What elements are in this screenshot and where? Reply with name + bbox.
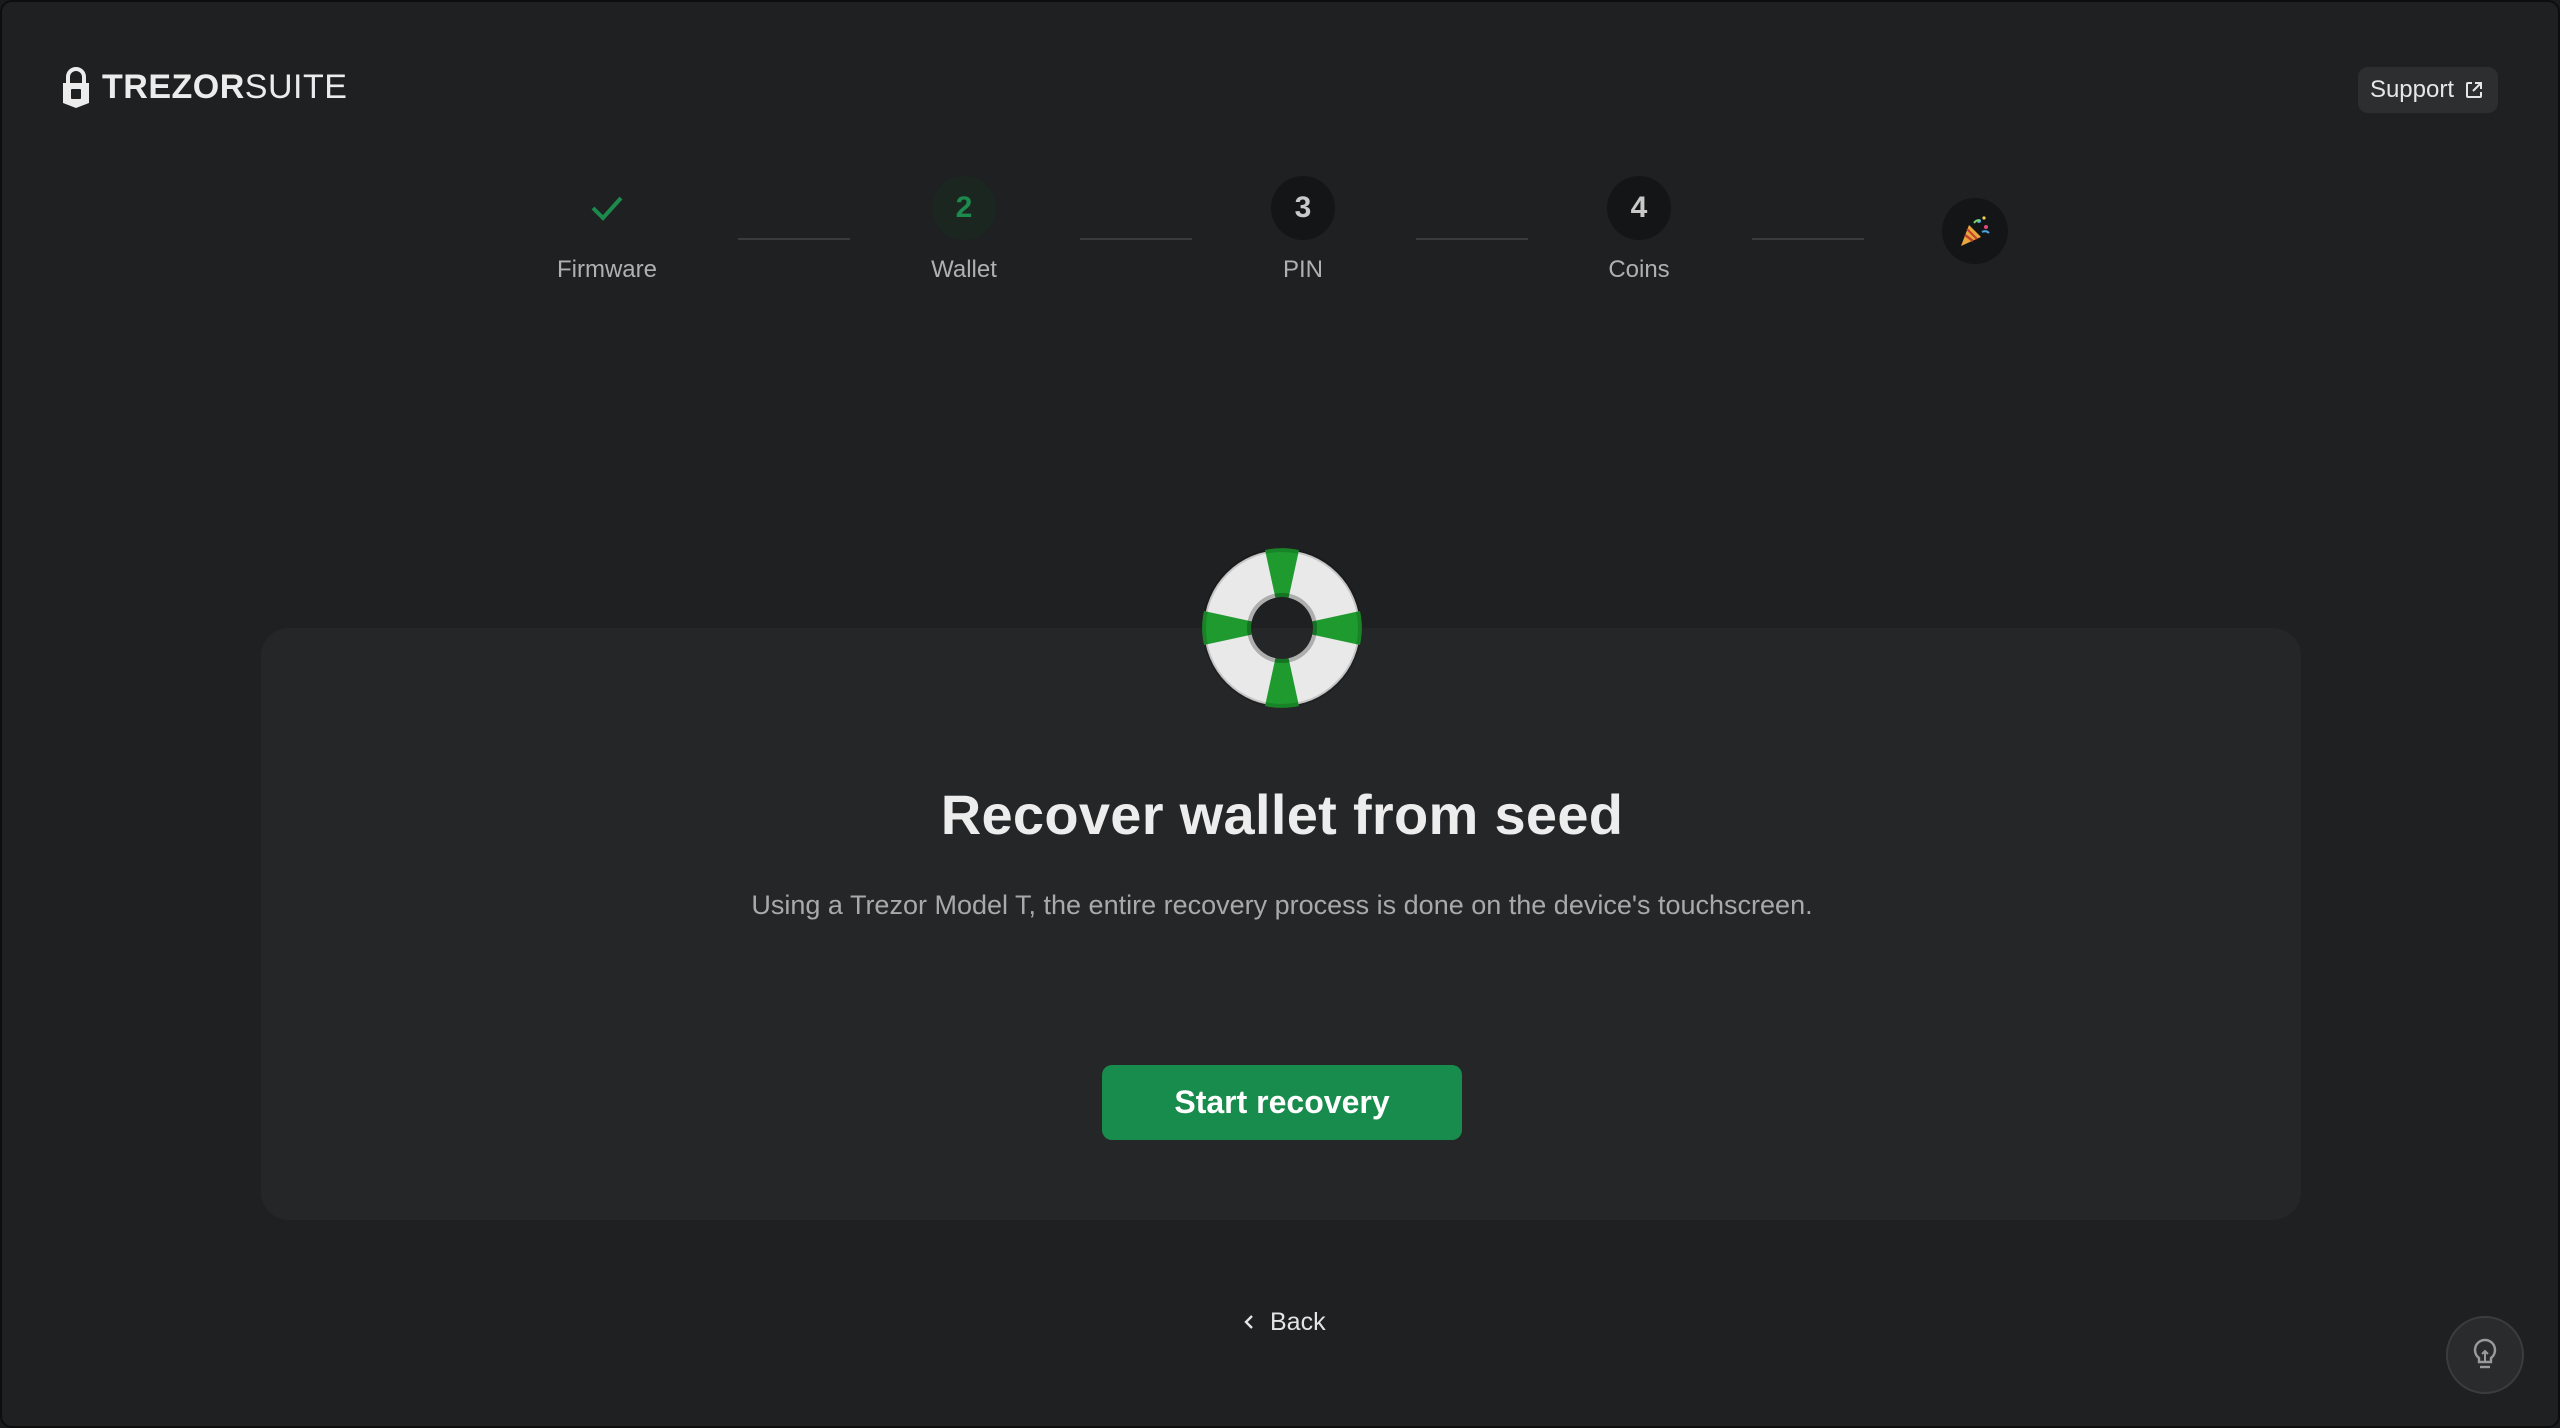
- step-connector: [738, 238, 850, 240]
- trezor-suite-logo: TREZOR SUITE: [60, 60, 347, 114]
- app-window: TREZOR SUITE Support Firmware 2 Wallet 3: [0, 0, 2560, 1428]
- brand-name-strong: TREZOR: [102, 67, 245, 106]
- external-link-icon: [2466, 82, 2482, 98]
- chevron-left-icon: [1244, 1315, 1253, 1329]
- step-connector: [1752, 238, 1864, 240]
- step-pin-number: 3: [1271, 176, 1335, 240]
- step-firmware-label: Firmware: [557, 256, 657, 283]
- step-coins-label: Coins: [1608, 256, 1670, 283]
- step-pin-label: PIN: [1282, 256, 1323, 283]
- trezor-lock-icon: [63, 67, 89, 108]
- step-coins: 4 Coins: [1539, 172, 1739, 284]
- page-title: Recover wallet from seed: [940, 783, 1624, 846]
- step-connector: [1416, 238, 1528, 240]
- back-button[interactable]: Back: [1242, 1304, 1326, 1340]
- step-connector: [1080, 238, 1192, 240]
- page-description: Using a Trezor Model T, the entire recov…: [751, 890, 1813, 920]
- step-wallet: 2 Wallet: [864, 172, 1064, 284]
- step-coins-number: 4: [1607, 176, 1671, 240]
- support-label: Support: [2369, 76, 2454, 103]
- checkmark-icon: [591, 196, 623, 221]
- brand-name-light: SUITE: [244, 67, 348, 106]
- step-pin: 3 PIN: [1203, 172, 1403, 284]
- party-popper-icon: [1961, 216, 1990, 246]
- step-firmware-indicator: [575, 176, 639, 240]
- onboarding-stepper: Firmware 2 Wallet 3 PIN 4 Coins: [2, 172, 2558, 312]
- step-final: [1942, 198, 2008, 264]
- step-wallet-label: Wallet: [931, 256, 997, 283]
- back-label: Back: [1270, 1307, 1326, 1336]
- support-button[interactable]: Support: [2357, 67, 2498, 113]
- step-wallet-number: 2: [932, 176, 996, 240]
- step-firmware: Firmware: [507, 172, 707, 284]
- lightbulb-icon: [2473, 1338, 2497, 1369]
- lifebuoy-icon: [1202, 548, 1362, 708]
- start-recovery-button[interactable]: Start recovery: [1102, 1065, 1462, 1140]
- tips-button[interactable]: [2446, 1316, 2524, 1394]
